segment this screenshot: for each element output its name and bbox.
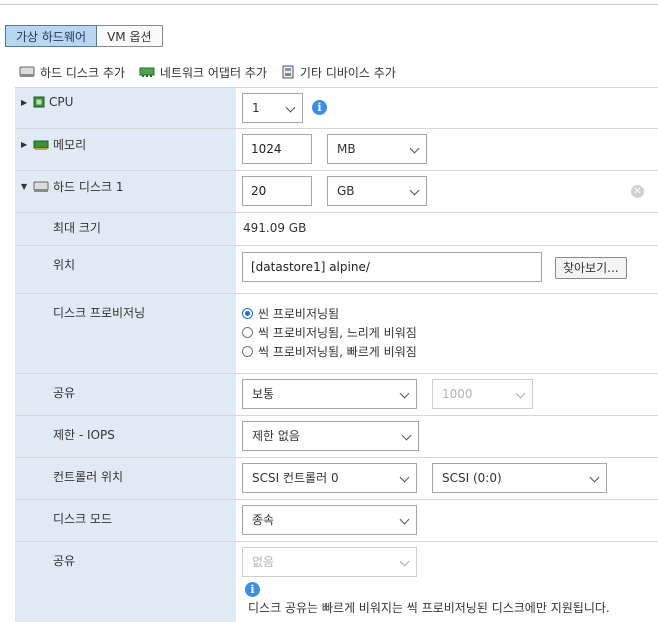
chevron-down-icon — [285, 102, 296, 113]
controller-slot-value: SCSI (0:0) — [442, 471, 502, 485]
info-icon: i — [245, 582, 260, 597]
disk-mode-select[interactable]: 종속 — [242, 505, 417, 535]
device-icon — [281, 65, 295, 79]
cpu-count-value: 1 — [252, 101, 260, 115]
iops-select[interactable]: 제한 없음 — [242, 421, 419, 451]
cpu-label: CPU — [49, 95, 74, 109]
controller-value: SCSI 컨트롤러 0 — [252, 471, 339, 485]
location-input[interactable]: [datastore1] alpine/ — [242, 252, 542, 282]
shares-row: 공유 보통 1000 — [15, 374, 658, 416]
top-divider — [0, 4, 658, 5]
memory-size-input[interactable]: 1024 — [242, 134, 312, 164]
memory-unit-select[interactable]: MB — [327, 134, 427, 164]
cpu-row: ▶ CPU 1 i — [15, 88, 658, 129]
hard-disk-label: 하드 디스크 1 — [53, 180, 124, 194]
provision-thick-eager-option[interactable]: 씩 프로비저닝됨, 빠르게 비워짐 — [242, 343, 417, 360]
provision-thick-lazy-option[interactable]: 씩 프로비저닝됨, 느리게 비워짐 — [242, 324, 417, 341]
add-network-adapter-button[interactable]: 네트워크 어댑터 추가 — [139, 62, 267, 82]
radio-selected-icon — [242, 308, 253, 319]
provision-thin-option[interactable]: 씬 프로비저닝됨 — [242, 305, 339, 322]
chevron-down-icon — [589, 472, 600, 483]
disk-mode-row: 디스크 모드 종속 — [15, 500, 658, 542]
collapse-caret-icon: ▼ — [21, 182, 28, 191]
cpu-count-select[interactable]: 1 — [242, 93, 303, 123]
network-adapter-icon — [139, 65, 155, 79]
memory-row: ▶ 메모리 1024 MB — [15, 129, 658, 171]
add-other-device-button[interactable]: 기타 디바이스 추가 — [281, 62, 396, 82]
provision-thick-eager-label: 씩 프로비저닝됨, 빠르게 비워짐 — [258, 345, 417, 359]
controller-row: 컨트롤러 위치 SCSI 컨트롤러 0 SCSI (0:0) — [15, 458, 658, 500]
controller-label: 컨트롤러 위치 — [53, 470, 124, 484]
shares-label: 공유 — [53, 386, 76, 400]
toolbar: 하드 디스크 추가 네트워크 어댑터 추가 기타 디바이스 추가 — [19, 62, 410, 82]
sharing-select: 없음 — [242, 547, 417, 577]
chevron-down-icon — [399, 388, 410, 399]
shares-value: 보통 — [252, 387, 275, 401]
chevron-down-icon — [409, 185, 420, 196]
add-network-adapter-label: 네트워크 어댑터 추가 — [159, 65, 267, 80]
memory-icon — [33, 139, 49, 151]
disk-mode-label: 디스크 모드 — [53, 512, 113, 526]
chevron-down-icon — [409, 143, 420, 154]
chevron-down-icon — [515, 388, 526, 399]
provisioning-row: 디스크 프로비저닝 씬 프로비저닝됨 씩 프로비저닝됨, 느리게 비워짐 씩 프… — [15, 294, 658, 374]
sharing-note: 디스크 공유는 빠르게 비워지는 씩 프로비저닝된 디스크에만 지원됩니다. — [248, 601, 610, 615]
sharing-value: 없음 — [252, 555, 275, 569]
iops-row: 제한 - IOPS 제한 없음 — [15, 416, 658, 458]
hardware-grid: ▶ CPU 1 i ▶ 메모리 1024 MB ▼ 하드 디스크 1 20 GB… — [15, 87, 658, 622]
cpu-section-toggle[interactable]: ▶ CPU — [21, 95, 73, 109]
add-hard-disk-label: 하드 디스크 추가 — [40, 65, 125, 80]
cpu-icon — [33, 96, 45, 108]
max-size-row: 최대 크기 491.09 GB — [15, 213, 658, 246]
iops-value: 제한 없음 — [252, 429, 300, 443]
expand-caret-icon: ▶ — [21, 97, 28, 107]
add-other-device-label: 기타 디바이스 추가 — [299, 65, 396, 80]
remove-disk-icon[interactable]: ✕ — [631, 185, 644, 198]
provision-thin-label: 씬 프로비저닝됨 — [258, 307, 340, 321]
add-hard-disk-button[interactable]: 하드 디스크 추가 — [19, 62, 125, 82]
tab-bar: 가상 하드웨어 VM 옵션 — [5, 25, 163, 47]
hard-disk-icon — [33, 181, 49, 193]
provisioning-label: 디스크 프로비저닝 — [53, 306, 146, 320]
info-icon[interactable]: i — [312, 100, 327, 115]
sharing-label: 공유 — [53, 554, 76, 568]
browse-button[interactable]: 찾아보기... — [555, 257, 627, 279]
disk-size-input[interactable]: 20 — [242, 176, 312, 206]
tab-vm-options[interactable]: VM 옵션 — [97, 25, 163, 47]
sharing-row: 공유 없음 i 디스크 공유는 빠르게 비워지는 씩 프로비저닝된 디스크에만 … — [15, 542, 658, 622]
iops-label: 제한 - IOPS — [53, 428, 115, 442]
disk-unit-select[interactable]: GB — [327, 176, 427, 206]
provision-thick-lazy-label: 씩 프로비저닝됨, 느리게 비워짐 — [258, 326, 417, 340]
max-size-value: 491.09 GB — [243, 221, 307, 235]
location-row: 위치 [datastore1] alpine/ 찾아보기... — [15, 246, 658, 294]
chevron-down-icon — [399, 472, 410, 483]
hard-disk-section-toggle[interactable]: ▼ 하드 디스크 1 — [21, 178, 123, 195]
disk-unit-value: GB — [337, 184, 355, 198]
controller-slot-select[interactable]: SCSI (0:0) — [432, 463, 607, 493]
chevron-down-icon — [401, 430, 412, 441]
radio-icon — [242, 327, 253, 338]
memory-section-toggle[interactable]: ▶ 메모리 — [21, 136, 86, 153]
shares-number-select: 1000 — [432, 379, 533, 409]
location-label: 위치 — [53, 258, 76, 272]
hard-disk-row: ▼ 하드 디스크 1 20 GB ✕ — [15, 171, 658, 213]
max-size-label: 최대 크기 — [53, 221, 101, 235]
tab-virtual-hardware[interactable]: 가상 하드웨어 — [5, 25, 98, 47]
disk-mode-value: 종속 — [252, 513, 275, 527]
memory-unit-value: MB — [337, 142, 356, 156]
chevron-down-icon — [399, 556, 410, 567]
memory-label: 메모리 — [53, 138, 87, 152]
shares-number-value: 1000 — [442, 387, 473, 401]
expand-caret-icon: ▶ — [21, 140, 28, 149]
shares-select[interactable]: 보통 — [242, 379, 417, 409]
hard-disk-icon — [19, 65, 35, 79]
radio-icon — [242, 346, 253, 357]
controller-select[interactable]: SCSI 컨트롤러 0 — [242, 463, 417, 493]
chevron-down-icon — [399, 514, 410, 525]
